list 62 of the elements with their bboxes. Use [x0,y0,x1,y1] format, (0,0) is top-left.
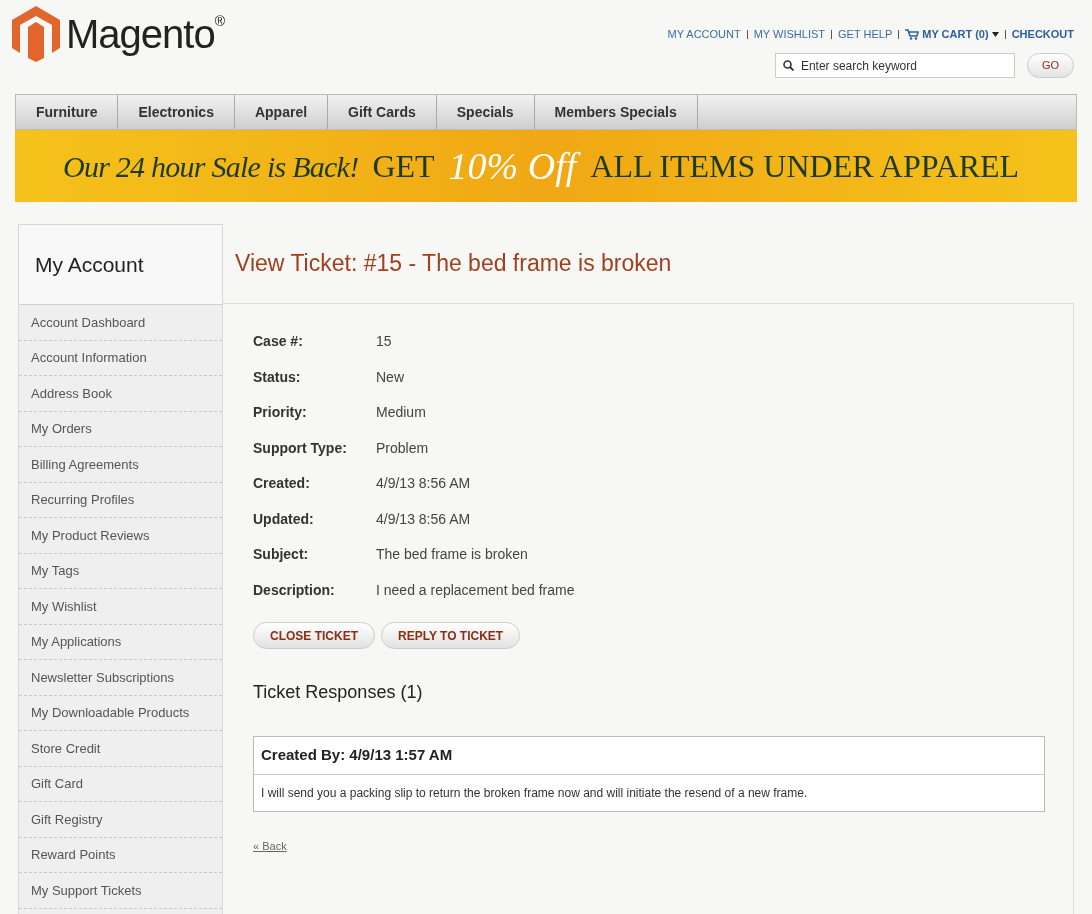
header-link[interactable]: GET HELP [838,26,893,43]
search-icon [782,59,794,71]
sidebar-item[interactable]: Reward Points [19,837,222,873]
logo-icon [12,6,60,62]
header-link[interactable]: MY WISHLIST [753,26,825,43]
nav-item[interactable]: Members Specials [534,95,698,129]
field-label: Status: [253,367,302,387]
field-label: Subject: [253,545,310,565]
sidebar-item[interactable]: Gift Registry [19,802,222,838]
back-link[interactable]: « Back [253,838,1045,855]
field-value: I need a replacement bed frame [376,580,575,600]
banner-text: ALL ITEMS UNDER APPAREL [590,147,1020,186]
sidebar-item[interactable]: My Wishlist [19,589,222,625]
nav-item[interactable]: Gift Cards [328,95,437,129]
header-link[interactable]: CHECKOUT [1011,26,1074,43]
go-button[interactable]: GO [1026,52,1074,78]
sidebar-item[interactable]: My Applications [19,624,222,660]
sidebar-item[interactable]: Billing Agreements [19,447,222,483]
sidebar-item[interactable]: Newsletter Subscriptions [19,660,222,696]
field-value: New [376,367,404,387]
sidebar-item[interactable]: My Downloadable Products [19,695,222,731]
field-value: Medium [376,403,426,423]
cart-link[interactable]: MY CART (0) [905,26,999,43]
ticket-button[interactable]: REPLY TO TICKET [381,622,521,649]
sidebar-item[interactable]: Gift Card [19,766,222,802]
nav-item[interactable]: Specials [436,95,535,129]
sidebar-item[interactable]: Account Dashboard [19,305,222,341]
banner-text: Our 24 hour Sale is Back! [63,148,359,185]
header-link[interactable]: MY ACCOUNT [667,26,741,43]
sidebar-item[interactable]: My Orders [19,411,222,447]
field-value: Problem [376,438,429,458]
sidebar-item[interactable]: Recurring Profiles [19,482,222,518]
response-header: Created By: 4/9/13 1:57 AM [254,737,1044,775]
field-label: Case #: [253,332,304,352]
banner-text: GET [372,147,435,186]
sidebar-item[interactable]: Store Credit [19,731,222,767]
field-value: 4/9/13 8:56 AM [376,509,471,529]
page-title: View Ticket: #15 - The bed frame is broken [223,224,1074,304]
response-body: I will send you a packing slip to return the broken frame now and will initiate the resend of a new frame. [260,785,809,802]
sidebar-item[interactable]: Address Book [19,376,222,412]
field-label: Description: [253,580,336,600]
field-label: Updated: [253,509,315,529]
field-label: Support Type: [253,438,348,458]
logo-text: Magento® [66,14,224,54]
nav-item[interactable]: Apparel [234,95,329,129]
sidebar-item[interactable]: My Product Reviews [19,518,222,554]
field-label: Created: [253,474,311,494]
search-field[interactable]: Enter search keyword [774,53,1015,78]
sidebar-title: My Account [19,225,222,305]
sidebar-item[interactable]: Account Information [19,340,222,376]
section-title: Ticket Responses (1) [253,681,424,704]
field-label: Priority: [253,403,308,423]
field-value: 4/9/13 8:56 AM [376,474,471,494]
field-value: 15 [376,332,392,352]
caret-icon [991,31,999,37]
sidebar-item[interactable]: My Support Tickets [19,873,222,909]
field-value: The bed frame is broken [376,545,528,565]
ticket-button[interactable]: CLOSE TICKET [253,622,375,649]
cart-icon [905,28,920,40]
nav-item[interactable]: Furniture [16,95,119,129]
sidebar-item[interactable]: My Tags [19,553,222,589]
nav-item[interactable]: Electronics [118,95,235,129]
